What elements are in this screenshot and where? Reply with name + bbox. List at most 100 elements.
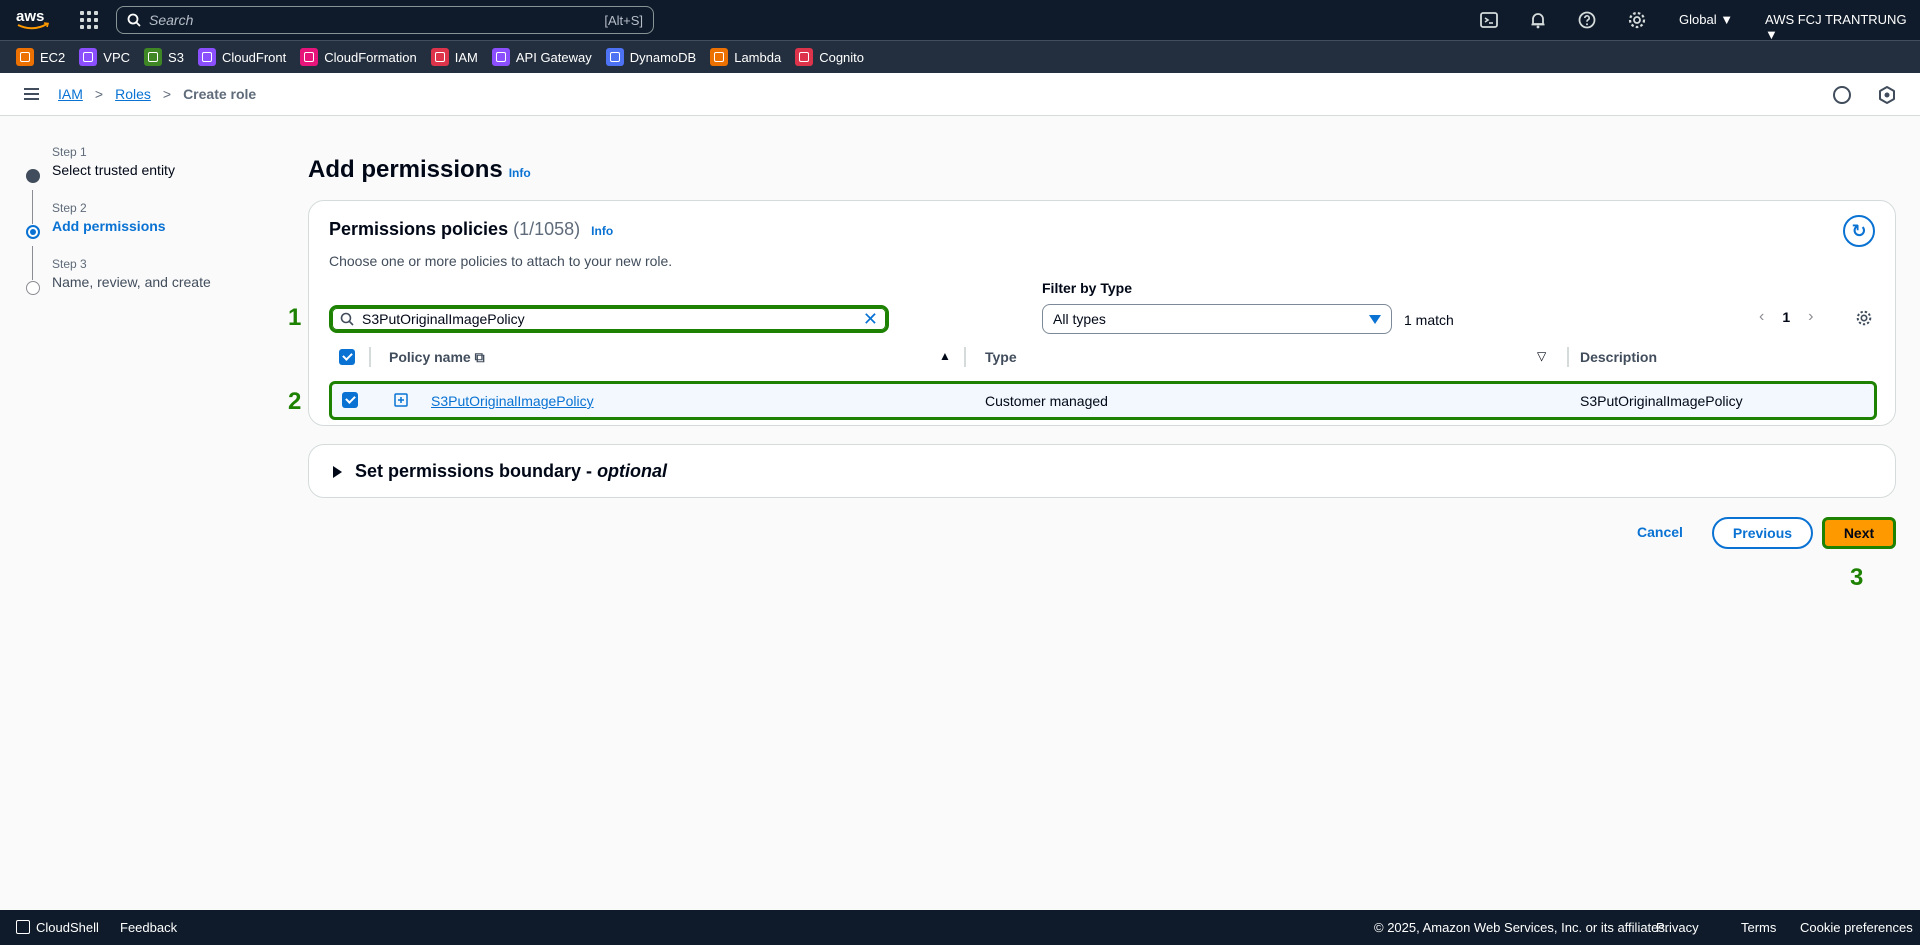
previous-button[interactable]: Previous [1712,517,1813,549]
boundary-title-text: Set permissions boundary - [355,461,598,481]
feedback-link[interactable]: Feedback [120,920,177,935]
notifications-panel-icon[interactable] [1878,86,1896,104]
step-3: Step 3 Name, review, and create [24,257,211,295]
annotation-marker-3: 3 [1850,564,1864,591]
policy-description: S3PutOriginalImagePolicy [1580,393,1743,409]
favorite-label: CloudFront [221,49,287,65]
step-name[interactable]: Select trusted entity [52,162,175,178]
policy-name-link[interactable]: S3PutOriginalImagePolicy [431,393,594,409]
info-panel-icon[interactable] [1833,86,1851,104]
service-icon [491,48,510,66]
service-icon [197,48,216,66]
row-checkbox[interactable] [342,392,358,408]
favorite-ec2[interactable]: EC2 [16,48,65,66]
select-all-checkbox[interactable] [339,349,355,365]
cloudshell-link[interactable]: CloudShell [16,920,99,935]
service-icon [300,48,319,66]
expand-triangle-icon [333,466,342,478]
external-link-icon: ⧉ [474,349,485,365]
help-icon[interactable] [1577,10,1597,30]
step-label: Step 1 [52,145,87,159]
favorite-lambda[interactable]: Lambda [710,48,781,66]
region-label: Global [1679,12,1717,27]
favorite-cloudfront[interactable]: CloudFront [197,48,287,66]
clear-icon[interactable]: ✕ [863,309,878,330]
favorite-cloudformation[interactable]: CloudFormation [300,48,417,66]
chevron-right-icon: > [94,86,104,102]
services-menu-icon[interactable] [80,11,98,29]
sort-icon[interactable]: ▽ [1537,349,1546,363]
favorite-iam[interactable]: IAM [430,48,478,66]
permissions-boundary-section[interactable]: Set permissions boundary - optional [308,444,1896,498]
column-description[interactable]: Description [1580,349,1657,365]
step-complete-icon [26,169,40,183]
breadcrumb-iam[interactable]: IAM [58,86,83,102]
step-pending-icon [26,281,40,295]
settings-icon[interactable] [1627,10,1647,30]
region-selector[interactable]: Global ▼ [1679,12,1733,27]
column-type[interactable]: Type [985,349,1017,365]
cloudshell-icon [16,920,30,934]
step-label: Step 3 [52,257,87,271]
aws-logo[interactable]: aws [16,8,50,32]
cancel-button[interactable]: Cancel [1637,524,1683,540]
service-icon [430,48,449,66]
search-input[interactable]: Search [Alt+S] [116,6,654,34]
search-icon [127,13,141,27]
service-icon [79,48,98,66]
table-row[interactable]: S3PutOriginalImagePolicy Customer manage… [329,381,1877,420]
column-policy-name[interactable]: Policy name ⧉ [389,349,485,366]
info-link[interactable]: Info [591,224,613,238]
breadcrumb-current: Create role [183,86,257,102]
policy-search-input[interactable]: S3PutOriginalImagePolicy ✕ [329,305,889,333]
next-page-icon[interactable]: › [1808,308,1813,326]
step-name: Add permissions [52,218,166,234]
favorite-api-gateway[interactable]: API Gateway [491,48,592,66]
refresh-button[interactable]: ↻ [1843,215,1875,247]
cookie-preferences-link[interactable]: Cookie preferences [1800,920,1913,935]
favorite-cognito[interactable]: Cognito [795,48,864,66]
svg-text:aws: aws [16,8,44,25]
expand-icon[interactable] [394,393,408,407]
step-2: Step 2 Add permissions [24,201,166,239]
favorite-label: DynamoDB [629,49,697,65]
service-icon [605,48,624,66]
terms-link[interactable]: Terms [1741,920,1776,935]
sort-ascending-icon[interactable]: ▲ [939,349,951,363]
pagination: ‹ 1 › [1759,308,1813,326]
privacy-link[interactable]: Privacy [1656,920,1699,935]
breadcrumb-roles[interactable]: Roles [115,86,151,102]
table-preferences-icon[interactable] [1855,309,1873,327]
favorite-label: API Gateway [515,49,592,65]
filter-type-select[interactable]: All types [1042,304,1392,334]
bell-icon[interactable] [1528,10,1548,30]
favorite-vpc[interactable]: VPC [79,48,130,66]
favorites-bar: EC2 VPC S3 CloudFront CloudFormation IAM API G… [0,40,1920,73]
info-link[interactable]: Info [509,166,531,180]
favorite-label: Cognito [819,49,865,65]
page-number[interactable]: 1 [1782,309,1790,325]
favorite-label: IAM [454,49,478,65]
favorite-dynamodb[interactable]: DynamoDB [605,48,697,66]
filter-value: All types [1053,311,1106,327]
service-icon [16,48,34,66]
previous-page-icon[interactable]: ‹ [1759,308,1764,326]
service-icon [144,48,163,66]
search-value: S3PutOriginalImagePolicy [362,311,525,327]
breadcrumb-bar: IAM > Roles > Create role [0,73,1920,116]
step-name: Name, review, and create [52,274,211,290]
page-title-text: Add permissions [308,156,503,183]
search-placeholder: Search [149,12,194,28]
boundary-optional: optional [597,461,668,481]
favorite-s3[interactable]: S3 [144,48,184,66]
next-button[interactable]: Next [1822,517,1896,549]
top-navigation: aws Search [Alt+S] Global ▼ AWS FCJ TRAN… [0,0,1920,42]
card-description: Choose one or more policies to attach to… [329,253,673,269]
footer: CloudShell Feedback © 2025, Amazon Web S… [0,910,1920,945]
menu-icon[interactable] [24,88,39,100]
policy-count: (1/1058) [513,219,581,239]
account-menu[interactable]: AWS FCJ TRANTRUNG ▼ [1765,12,1920,42]
boundary-title: Set permissions boundary - optional [355,461,667,482]
cloudshell-icon[interactable] [1479,10,1499,30]
column-label: Policy name [389,349,471,365]
